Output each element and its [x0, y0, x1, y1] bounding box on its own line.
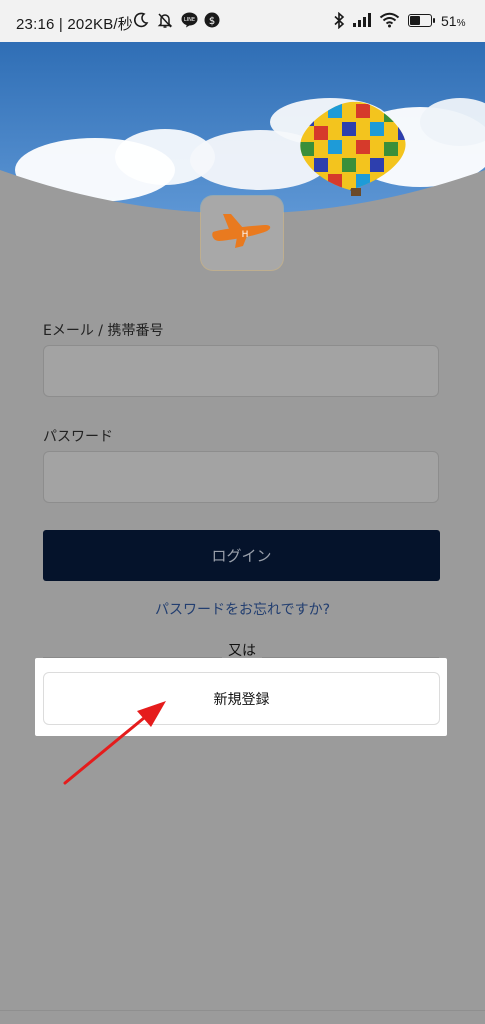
annotation-arrow-icon — [63, 701, 166, 785]
bottom-divider — [0, 1010, 485, 1011]
app-screen: 23:16 | 202KB/秒 LINE $ 51% H Eメール / 携帯番号… — [0, 0, 485, 1024]
